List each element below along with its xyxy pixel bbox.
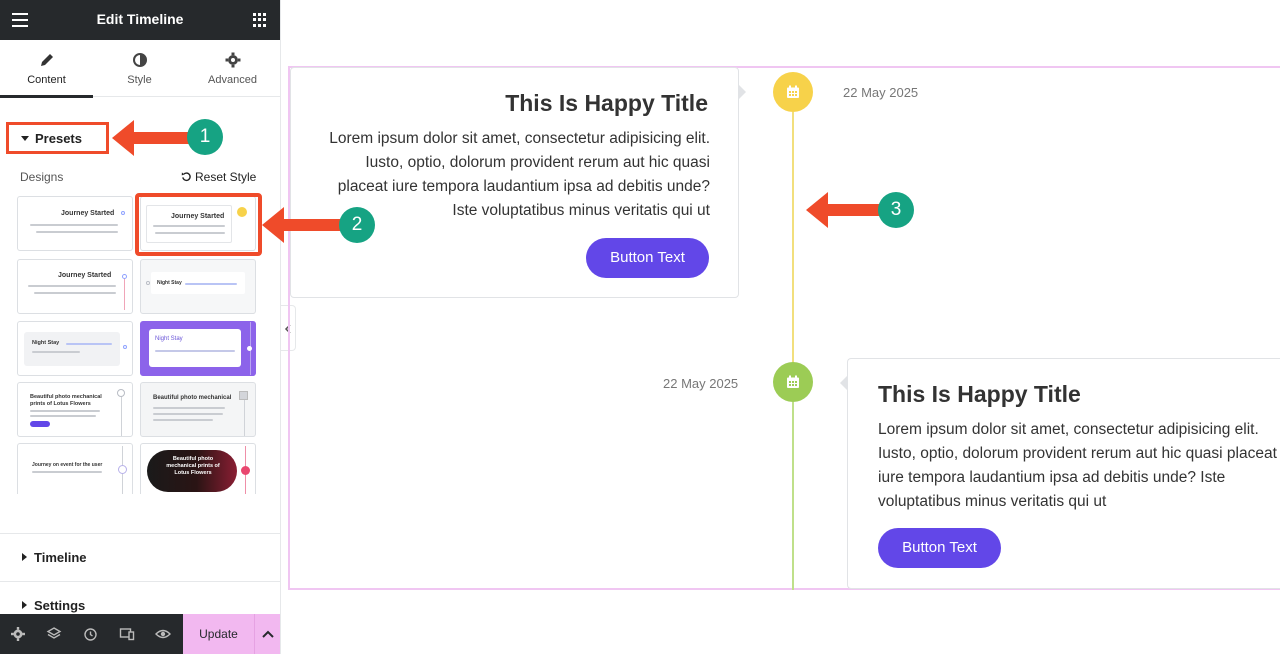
preset-title: Beautiful photo mechanical [153, 395, 232, 401]
settings-section-label: Settings [34, 598, 86, 613]
annotation-badge: 2 [339, 207, 375, 243]
chevron-up-icon [262, 630, 274, 638]
preset-thumbnail[interactable]: Journey Started [17, 259, 133, 314]
caret-right-icon [22, 601, 27, 609]
timeline-marker [773, 72, 813, 112]
editor-bottom-bar: Update [0, 614, 280, 654]
tab-content[interactable]: Content [0, 40, 93, 98]
selected-preset-highlight [135, 193, 262, 256]
preset-thumbnail[interactable]: Night Stay [140, 259, 256, 314]
preset-title: Night Stay [157, 280, 182, 286]
card-pointer [739, 85, 746, 99]
preset-thumbnail[interactable]: Beautiful photo mechanical prints of Lot… [140, 443, 256, 494]
editor-topbar: Edit Timeline [0, 0, 280, 40]
tab-advanced-label: Advanced [208, 74, 257, 86]
preset-thumbnail[interactable]: Night Stay [140, 321, 256, 376]
timeline-card[interactable]: This Is Happy Title Lorem ipsum dolor si… [290, 67, 739, 298]
reset-style-label: Reset Style [195, 170, 257, 184]
preset-title: Journey Started [61, 210, 115, 217]
preset-title: Night Stay [155, 336, 183, 342]
preset-thumbnail[interactable]: Night Stay [17, 321, 133, 376]
timeline-card[interactable]: This Is Happy Title Lorem ipsum dolor si… [847, 358, 1280, 589]
preset-title: Night Stay [32, 340, 60, 346]
annotation-arrow-icon [112, 120, 190, 156]
settings-section-toggle[interactable]: Settings [22, 598, 262, 613]
timeline-date: 22 May 2025 [843, 85, 919, 100]
layers-icon[interactable] [46, 626, 62, 642]
tab-style[interactable]: Style [93, 40, 186, 97]
pencil-icon [40, 54, 53, 66]
preset-title: Journey Started [58, 272, 112, 279]
preset-title: Beautiful photo mechanical prints of Lot… [166, 456, 220, 476]
caret-down-icon [21, 136, 29, 141]
reset-style-button[interactable]: Reset Style [181, 170, 256, 184]
card-button[interactable]: Button Text [878, 528, 1001, 568]
tab-advanced[interactable]: Advanced [186, 40, 279, 97]
preset-thumbnail[interactable]: Beautiful photo mechanical prints of Lot… [17, 382, 133, 437]
tab-style-label: Style [127, 74, 152, 86]
editor-sidebar: Edit Timeline Content Style Advanced Pre… [0, 0, 281, 654]
caret-right-icon [22, 553, 27, 561]
annotation-arrow-icon [806, 192, 882, 228]
timeline-connector [792, 112, 794, 364]
timeline-section-toggle[interactable]: Timeline [22, 550, 262, 565]
timeline-connector [792, 402, 794, 590]
reset-icon [181, 172, 191, 182]
history-icon[interactable] [82, 626, 98, 642]
half-circle-icon [132, 53, 147, 67]
preset-thumbnail[interactable]: Journey Started [17, 196, 133, 251]
annotation-arrow-icon [262, 207, 342, 243]
grid-icon[interactable] [253, 13, 267, 27]
card-description: Lorem ipsum dolor sit amet, consectetur … [878, 421, 1277, 510]
panel-title: Edit Timeline [96, 11, 184, 27]
panel-tabs: Content Style Advanced [0, 40, 280, 98]
update-button[interactable]: Update [183, 614, 254, 654]
presets-section-toggle[interactable]: Presets [6, 122, 109, 154]
calendar-icon [787, 85, 799, 98]
responsive-icon[interactable] [119, 626, 135, 642]
annotation-badge: 1 [187, 119, 223, 155]
update-options-button[interactable] [254, 614, 280, 654]
timeline-marker [773, 362, 813, 402]
preset-thumbnail[interactable]: Journey on event for the user [17, 443, 133, 494]
preset-title: Journey on event for the user [32, 462, 103, 468]
card-title: This Is Happy Title [878, 381, 1081, 407]
card-title: This Is Happy Title [505, 90, 708, 116]
eye-icon[interactable] [155, 626, 171, 642]
card-pointer [840, 376, 847, 390]
card-description: Lorem ipsum dolor sit amet, consectetur … [329, 130, 710, 219]
card-button[interactable]: Button Text [586, 238, 709, 278]
preset-title: Beautiful photo mechanical prints of Lot… [30, 394, 102, 407]
presets-heading: Presets [35, 131, 82, 146]
settings-icon[interactable] [10, 626, 26, 642]
annotation-badge: 3 [878, 192, 914, 228]
gear-icon [225, 52, 240, 68]
timeline-date: 22 May 2025 [663, 376, 739, 391]
calendar-icon [787, 375, 799, 388]
preset-thumbnail[interactable]: Beautiful photo mechanical [140, 382, 256, 437]
tab-content-label: Content [27, 74, 66, 86]
timeline-section-label: Timeline [34, 550, 87, 565]
designs-label: Designs [20, 170, 64, 184]
